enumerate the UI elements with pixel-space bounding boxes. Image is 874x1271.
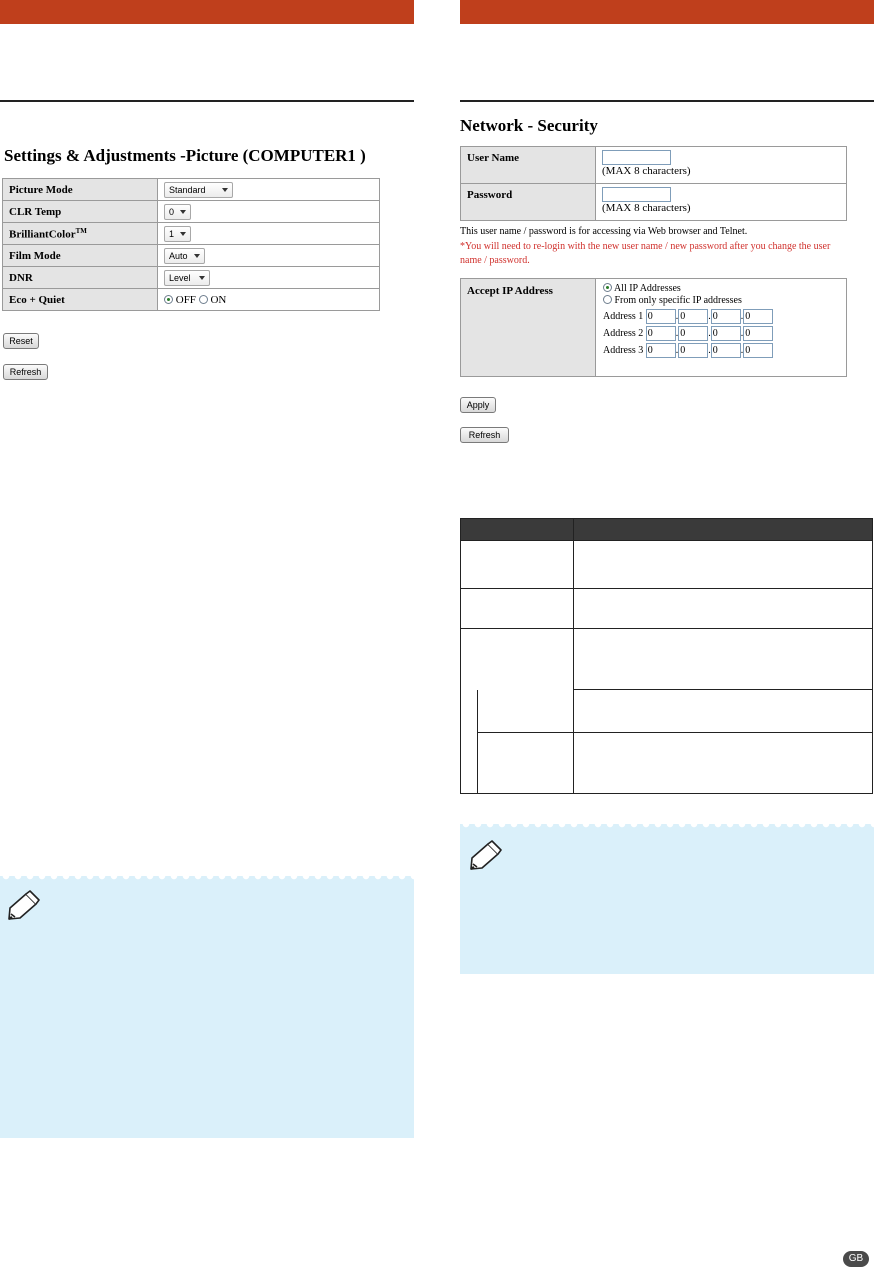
note-box-edge [0, 876, 414, 884]
picture-mode-cell: Standard [157, 178, 380, 201]
brilliantcolor-label: BrilliantColorTM [2, 222, 158, 245]
chevron-down-icon [180, 209, 187, 214]
reset-button[interactable]: Reset [3, 333, 39, 349]
user-name-label: User Name [460, 146, 596, 184]
left-header-bar [0, 0, 414, 24]
film-mode-select[interactable]: Auto [164, 247, 205, 264]
dnr-select[interactable]: Level [164, 269, 210, 286]
eco-off-radio[interactable] [164, 294, 173, 304]
picture-mode-select[interactable]: Standard [164, 181, 233, 198]
address-2-octet-3[interactable]: 0 [710, 326, 741, 341]
user-name-cell: (MAX 8 characters) [595, 146, 847, 184]
address-1-octet-1[interactable]: 0 [645, 309, 676, 324]
eco-quiet-cell: OFF ON [157, 288, 380, 311]
right-header-bar [460, 0, 874, 24]
left-section-rule [0, 100, 414, 102]
left-note-box [0, 876, 414, 1138]
dnr-cell: Level [157, 266, 380, 289]
pencil-note-icon [470, 840, 502, 870]
description-cell [573, 628, 873, 690]
network-security-title: Network - Security [460, 116, 598, 135]
address-2-octet-1[interactable]: 0 [645, 326, 676, 341]
description-cell [573, 540, 873, 589]
accept-ip-label: Accept IP Address [460, 278, 596, 377]
address-2-label: Address 2 [603, 327, 644, 339]
relogin-warning-text: *You will need to re-login with the new … [460, 241, 831, 266]
description-cell [573, 732, 873, 794]
clr-temp-select[interactable]: 0 [164, 203, 192, 220]
description-cell [573, 588, 873, 629]
description-header-row [460, 518, 873, 541]
pencil-note-icon [8, 890, 40, 920]
address-1-label: Address 1 [603, 310, 644, 322]
right-note-box [460, 824, 874, 974]
description-subcell [460, 732, 574, 794]
picture-settings-table: Picture Mode Standard CLR Temp 0 Brillia… [2, 178, 380, 311]
address-2-row: Address 2 0.0.0.0 [603, 326, 839, 341]
right-section-rule [460, 100, 874, 102]
access-info-text: This user name / password is for accessi… [460, 226, 748, 237]
chevron-down-icon [193, 253, 200, 258]
brilliantcolor-cell: 1 [157, 222, 380, 245]
eco-off-label: OFF [175, 293, 196, 306]
address-1-octet-3[interactable]: 0 [710, 309, 741, 324]
password-input[interactable] [602, 187, 671, 202]
picture-settings-title: Settings & Adjustments -Picture (COMPUTE… [4, 146, 366, 165]
region-badge: GB [843, 1251, 869, 1267]
picture-mode-label: Picture Mode [2, 178, 158, 201]
specific-ip-radio[interactable] [603, 295, 612, 304]
description-row [460, 588, 873, 629]
address-1-octet-4[interactable]: 0 [743, 309, 774, 324]
address-3-row: Address 3 0.0.0.0 [603, 343, 839, 358]
user-name-input[interactable] [602, 150, 671, 165]
description-subrow [460, 689, 873, 733]
film-mode-cell: Auto [157, 244, 380, 267]
chevron-down-icon [221, 187, 228, 192]
description-header-cell-1 [460, 518, 574, 541]
description-table [460, 518, 873, 794]
eco-quiet-label: Eco + Quiet [2, 288, 158, 311]
all-ip-radio[interactable] [603, 283, 612, 292]
description-cell [573, 689, 873, 733]
address-1-row: Address 1 0.0.0.0 [603, 309, 839, 324]
address-3-octet-3[interactable]: 0 [710, 343, 741, 358]
chevron-down-icon [198, 275, 205, 280]
address-2-octet-4[interactable]: 0 [743, 326, 774, 341]
clr-temp-label: CLR Temp [2, 200, 158, 223]
password-cell: (MAX 8 characters) [595, 183, 847, 221]
password-hint: (MAX 8 characters) [602, 202, 691, 214]
description-subcell [460, 689, 574, 733]
clr-temp-cell: 0 [157, 200, 380, 223]
address-3-octet-2[interactable]: 0 [678, 343, 709, 358]
apply-button[interactable]: Apply [460, 397, 496, 413]
accept-ip-cell: All IP Addresses From only specific IP a… [595, 278, 847, 377]
right-refresh-button[interactable]: Refresh [460, 427, 509, 443]
specific-ip-label: From only specific IP addresses [614, 295, 742, 306]
dnr-label: DNR [2, 266, 158, 289]
credentials-table: User Name (MAX 8 characters) Password (M… [460, 146, 847, 221]
address-1-octet-2[interactable]: 0 [678, 309, 709, 324]
note-box-edge [460, 824, 874, 832]
address-3-label: Address 3 [603, 344, 644, 356]
address-3-octet-4[interactable]: 0 [743, 343, 774, 358]
address-2-octet-2[interactable]: 0 [678, 326, 709, 341]
eco-on-radio[interactable] [198, 294, 208, 304]
user-name-hint: (MAX 8 characters) [602, 165, 691, 177]
description-cell [460, 540, 574, 589]
description-subrow [460, 732, 873, 794]
description-header-cell-2 [573, 518, 873, 541]
description-row [460, 540, 873, 589]
address-3-octet-1[interactable]: 0 [645, 343, 676, 358]
film-mode-label: Film Mode [2, 244, 158, 267]
brilliantcolor-select[interactable]: 1 [164, 225, 192, 242]
description-cell [460, 628, 574, 690]
eco-on-label: ON [210, 293, 227, 306]
description-cell [460, 588, 574, 629]
chevron-down-icon [180, 231, 187, 236]
all-ip-label: All IP Addresses [613, 283, 681, 294]
password-label: Password [460, 183, 596, 221]
accept-ip-table: Accept IP Address All IP Addresses From … [460, 278, 847, 377]
description-row [460, 628, 873, 690]
left-refresh-button[interactable]: Refresh [3, 364, 48, 380]
